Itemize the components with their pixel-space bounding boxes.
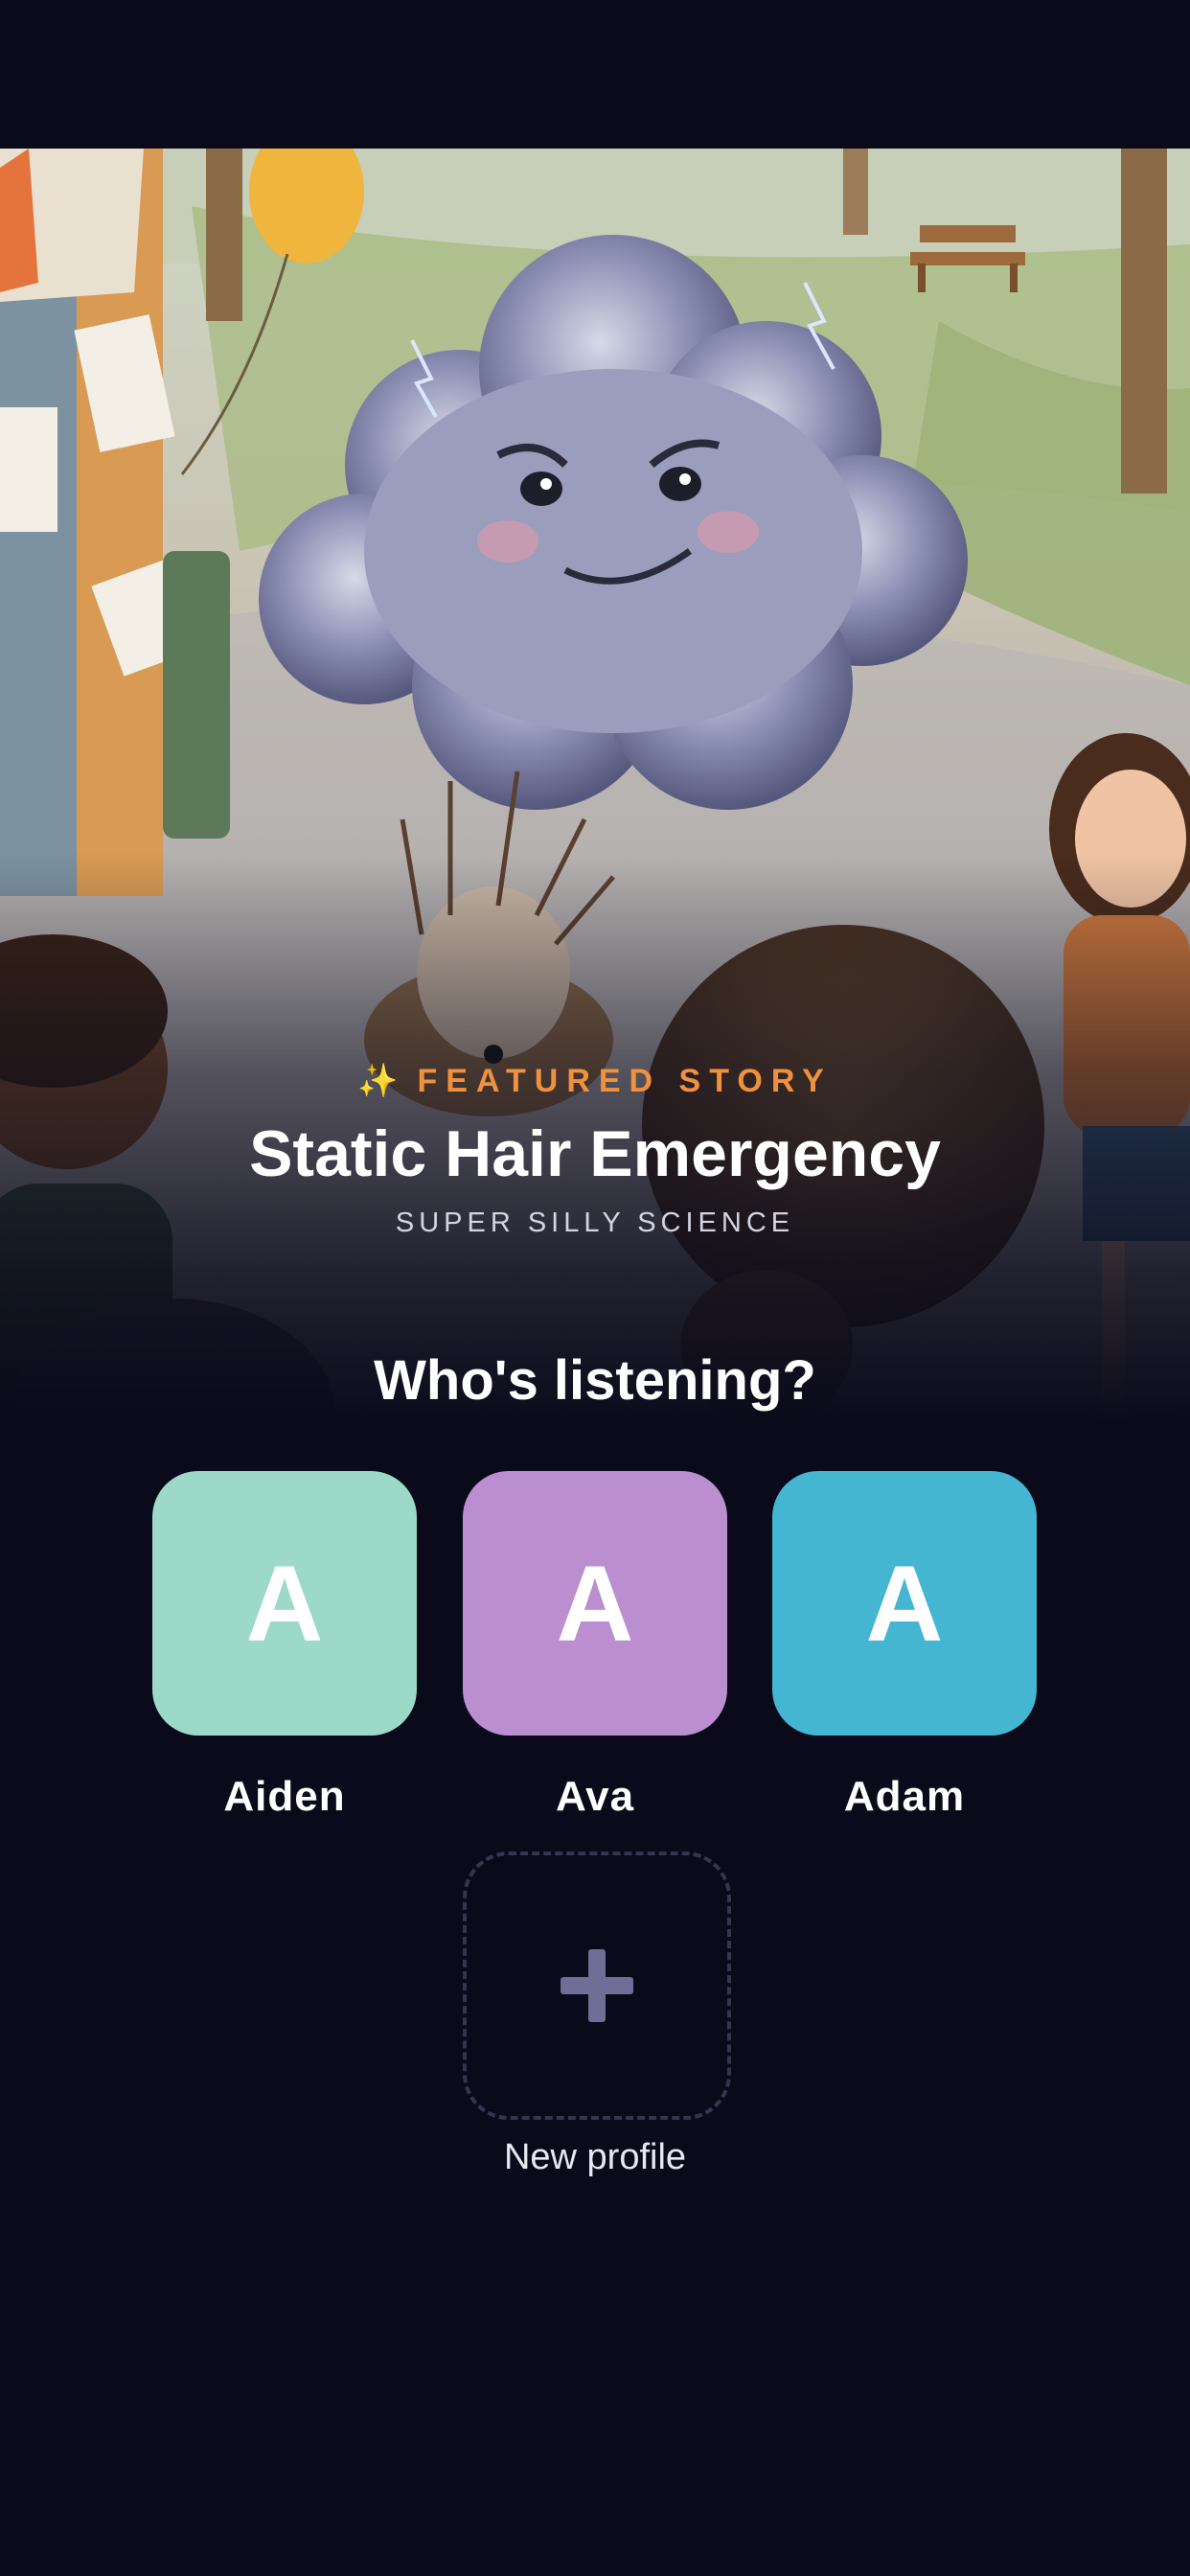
profile-name-ava[interactable]: Ava: [463, 1773, 727, 1821]
featured-story-label: ✨ FEATURED STORY: [0, 1062, 1190, 1100]
profile-avatar-aiden[interactable]: A: [152, 1471, 417, 1736]
profile-avatar-ava[interactable]: A: [463, 1471, 727, 1736]
plus-icon: [561, 1949, 633, 2022]
profile-name-aiden[interactable]: Aiden: [152, 1773, 417, 1821]
featured-story-text: FEATURED STORY: [417, 1063, 833, 1099]
story-title[interactable]: Static Hair Emergency: [0, 1116, 1190, 1191]
new-profile-button[interactable]: [463, 1852, 731, 2120]
sparkle-icon: ✨: [357, 1063, 399, 1099]
profile-prompt-heading: Who's listening?: [374, 1349, 816, 1412]
new-profile-label[interactable]: New profile: [0, 2137, 1190, 2178]
profile-avatar-adam[interactable]: A: [772, 1471, 1037, 1736]
profile-name-adam[interactable]: Adam: [772, 1773, 1037, 1821]
story-category: SUPER SILLY SCIENCE: [395, 1208, 795, 1238]
